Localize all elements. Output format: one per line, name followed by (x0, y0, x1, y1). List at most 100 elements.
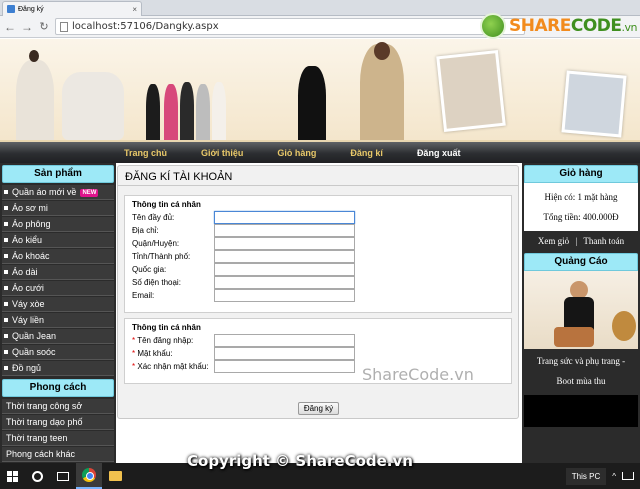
view-cart-link[interactable]: Xem giỏ (538, 236, 569, 246)
folder-icon (108, 471, 122, 481)
ad-boots (554, 327, 594, 347)
address-input[interactable] (214, 224, 355, 237)
start-button[interactable] (0, 463, 24, 489)
address-url: localhost:57106/Dangky.aspx (72, 21, 219, 32)
username-label: * Tên đăng nhập: (132, 336, 194, 345)
products-heading: Sản phẩm (2, 165, 114, 183)
left-sidebar: Sản phẩm Quần áo mới về NEW Áo sơ mi Áo p… (0, 163, 116, 463)
username-input[interactable] (214, 334, 355, 347)
back-button[interactable]: ← (4, 21, 16, 33)
sidebar-item-product[interactable]: Áo phông (2, 217, 114, 232)
ad-model-dress (564, 297, 594, 331)
bullet-icon (4, 366, 8, 370)
bullet-icon (4, 190, 8, 194)
bullet-icon (4, 206, 8, 210)
forward-button[interactable]: → (21, 21, 33, 33)
cart-count: Hiện có: 1 mặt hàng (544, 192, 618, 202)
district-label: Quận/Huyện: (132, 239, 180, 248)
sidebar-item-product[interactable]: Váy xòe (2, 297, 114, 312)
sidebar-item-product[interactable]: Quần soóc (2, 345, 114, 360)
password-input[interactable] (214, 347, 355, 360)
district-input[interactable] (214, 237, 355, 250)
nav-about[interactable]: Giới thiệu (201, 148, 243, 158)
file-explorer-button[interactable] (102, 463, 128, 489)
sidebar-item-product[interactable]: Áo kiểu (2, 233, 114, 248)
page-icon (60, 21, 68, 32)
windows-logo-icon (6, 470, 18, 482)
country-input[interactable] (214, 263, 355, 276)
bullet-icon (4, 318, 8, 322)
confirm-password-label: * Xác nhận mật khẩu: (132, 362, 209, 371)
form-row-phone: Số điện thoại: (125, 276, 511, 289)
sidebar-item-product[interactable]: Đồ ngủ (2, 361, 114, 376)
system-tray: This PC ^ (565, 467, 640, 485)
banner-model-figure (16, 50, 54, 140)
nav-register[interactable]: Đăng kí (350, 148, 383, 158)
bullet-icon (4, 350, 8, 354)
banner-model-figure (360, 42, 404, 140)
form-row-fullname: Tên đầy đủ: (125, 211, 511, 224)
banner-model-figure (196, 84, 210, 140)
email-input[interactable] (214, 289, 355, 302)
bullet-icon (4, 254, 8, 258)
ad-caption[interactable]: Trang sức và phụ trang - Boot mùa thu (524, 349, 638, 395)
browser-tab-title: Đăng ký (18, 5, 44, 13)
taskview-icon[interactable] (50, 463, 76, 489)
address-label: Địa chỉ: (132, 226, 159, 235)
tray-chevron-icon[interactable]: ^ (612, 472, 616, 481)
this-pc-toolbar[interactable]: This PC (565, 467, 607, 485)
sidebar-item-product[interactable]: Áo cưới (2, 281, 114, 296)
form-row-district: Quận/Huyện: (125, 237, 511, 250)
sidebar-item-product[interactable]: Váy liền (2, 313, 114, 328)
nav-logout[interactable]: Đăng xuất (417, 148, 461, 158)
bullet-icon (4, 222, 8, 226)
nav-home[interactable]: Trang chủ (124, 148, 167, 158)
chrome-taskbar-button[interactable] (76, 463, 102, 489)
search-circle-icon (31, 470, 43, 482)
sidebar-item-product[interactable]: Quần Jean (2, 329, 114, 344)
banner-model-figure (212, 82, 226, 140)
confirm-password-input[interactable] (214, 360, 355, 373)
ad-caption-line-1: Trang sức và phụ trang - (536, 356, 626, 366)
form-row-address: Địa chỉ: (125, 224, 511, 237)
task-view-button[interactable] (24, 463, 50, 489)
form-row-email: Email: (125, 289, 511, 302)
bullet-icon (4, 270, 8, 274)
sidebar-item-style[interactable]: Phong cách khác (2, 447, 114, 462)
sidebar-item-product[interactable]: Áo sơ mi (2, 201, 114, 216)
ad-image[interactable] (524, 271, 638, 349)
nav-cart[interactable]: Giỏ hàng (277, 148, 316, 158)
address-bar[interactable]: localhost:57106/Dangky.aspx (55, 18, 525, 35)
sidebar-item-style[interactable]: Thời trang dạo phố (2, 415, 114, 430)
sidebar-item-product[interactable]: Áo khoác (2, 249, 114, 264)
required-mark: * (132, 362, 136, 371)
cart-summary: Hiện có: 1 mặt hàng Tổng tiền: 400.000Đ (524, 183, 638, 231)
sidebar-item-style[interactable]: Thời trang teen (2, 431, 114, 446)
browser-tab[interactable]: Đăng ký × (2, 1, 142, 16)
section-title: Thông tin cá nhân (132, 200, 201, 209)
fullname-input[interactable] (214, 211, 355, 224)
header-banner (0, 39, 640, 142)
network-icon[interactable] (622, 472, 634, 480)
phone-input[interactable] (214, 276, 355, 289)
ad-caption-line-2: Boot mùa thu (556, 376, 606, 386)
city-label: Tỉnh/Thành phố: (132, 252, 191, 261)
register-button[interactable]: Đăng ký (298, 402, 339, 415)
sharecode-logo-icon (480, 13, 506, 39)
section-title: Thông tin cá nhân (132, 323, 201, 332)
city-input[interactable] (214, 250, 355, 263)
reload-button[interactable]: ↻ (38, 21, 50, 33)
sidebar-item-new-arrivals[interactable]: Quần áo mới về NEW (2, 185, 114, 200)
ad-heading: Quảng Cáo (524, 253, 638, 271)
right-sidebar: Giỏ hàng Hiện có: 1 mặt hàng Tổng tiền: … (522, 163, 640, 463)
checkout-link[interactable]: Thanh toán (583, 236, 624, 246)
form-row-city: Tỉnh/Thành phố: (125, 250, 511, 263)
close-tab-icon[interactable]: × (132, 5, 137, 14)
banner-model-figure (146, 84, 160, 140)
phone-label: Số điện thoại: (132, 278, 181, 287)
sidebar-item-product[interactable]: Áo dài (2, 265, 114, 280)
sidebar-item-style[interactable]: Thời trang công sở (2, 399, 114, 414)
banner-photo (561, 70, 627, 138)
cart-heading: Giỏ hàng (524, 165, 638, 183)
banner-photo (436, 49, 506, 133)
